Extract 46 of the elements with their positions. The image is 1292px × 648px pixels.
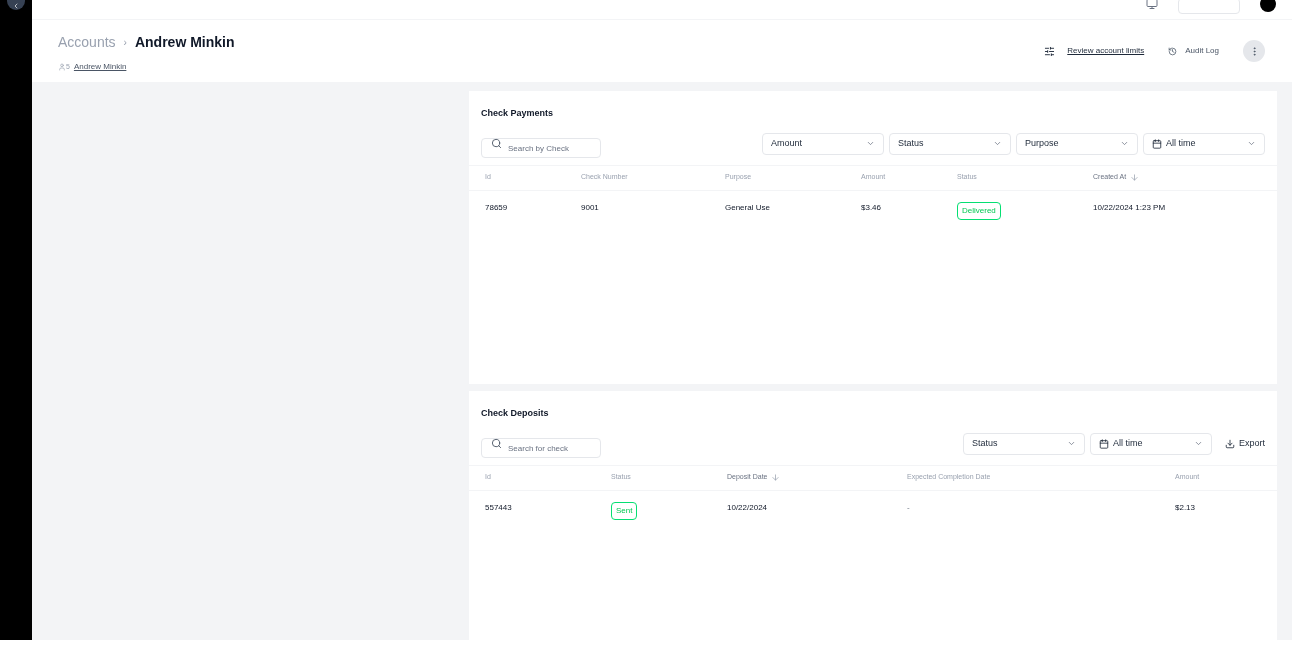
table-cell-text: 557443 <box>485 501 513 514</box>
table-cell-text: 78659 <box>485 201 509 214</box>
filter-dropdown[interactable]: Purpose <box>1016 132 1138 155</box>
table-cell-text: $3.46 <box>861 201 883 214</box>
filter-dropdown[interactable]: Status <box>963 432 1085 455</box>
export-button[interactable]: Export <box>1225 436 1265 451</box>
table-cell-text: General Use <box>725 201 771 214</box>
collapse-button[interactable] <box>7 0 25 10</box>
panel-title: Check Deposits <box>481 407 550 420</box>
audit-log-button[interactable]: Audit Log <box>1168 45 1219 57</box>
chevron-down-icon <box>866 139 875 148</box>
customer-link[interactable]: Andrew Minkin <box>73 61 127 73</box>
status-badge: Sent <box>611 501 638 520</box>
sort-arrow-icon <box>771 473 781 482</box>
chevron-down-icon <box>1194 439 1203 448</box>
filter-dropdown[interactable]: Amount <box>762 132 884 155</box>
sliders-icon <box>1044 45 1056 57</box>
history-icon <box>1168 46 1178 56</box>
status-badge: Delivered <box>957 201 1001 220</box>
search-field[interactable]: Search by Check <box>481 138 601 158</box>
search-icon <box>491 437 502 449</box>
breadcrumb-separator: › <box>123 36 127 50</box>
sort-arrow-icon <box>1130 173 1140 182</box>
chevron-left-icon <box>12 2 20 10</box>
chevron-down-icon <box>1247 139 1256 148</box>
panel-title: Check Payments <box>481 107 555 120</box>
monitor-icon <box>1146 0 1158 10</box>
calendar-icon <box>1152 138 1162 149</box>
download-icon <box>1225 438 1235 449</box>
review-limits-link[interactable]: Review account limits <box>1044 45 1145 57</box>
filter-dropdown[interactable]: All time <box>1143 132 1265 155</box>
table-cell-text: $2.13 <box>1175 501 1197 514</box>
table-cell-text: 10/22/2024 <box>727 501 769 514</box>
chevron-down-icon <box>1067 439 1076 448</box>
table-cell-text: 10/22/2024 1:23 PM <box>1093 201 1167 214</box>
filter-dropdown[interactable]: Status <box>889 132 1011 155</box>
search-icon <box>491 137 502 149</box>
table-cell-text: - <box>907 501 911 514</box>
calendar-icon <box>1099 438 1109 449</box>
chevron-down-icon <box>993 139 1002 148</box>
logo-box <box>1178 0 1240 14</box>
table-cell-text: 9001 <box>581 201 600 214</box>
chevron-down-icon <box>1120 139 1129 148</box>
page-title: Andrew Minkin <box>134 33 235 52</box>
search-field[interactable]: Search for check <box>481 438 601 458</box>
filter-dropdown[interactable]: All time <box>1090 432 1212 455</box>
